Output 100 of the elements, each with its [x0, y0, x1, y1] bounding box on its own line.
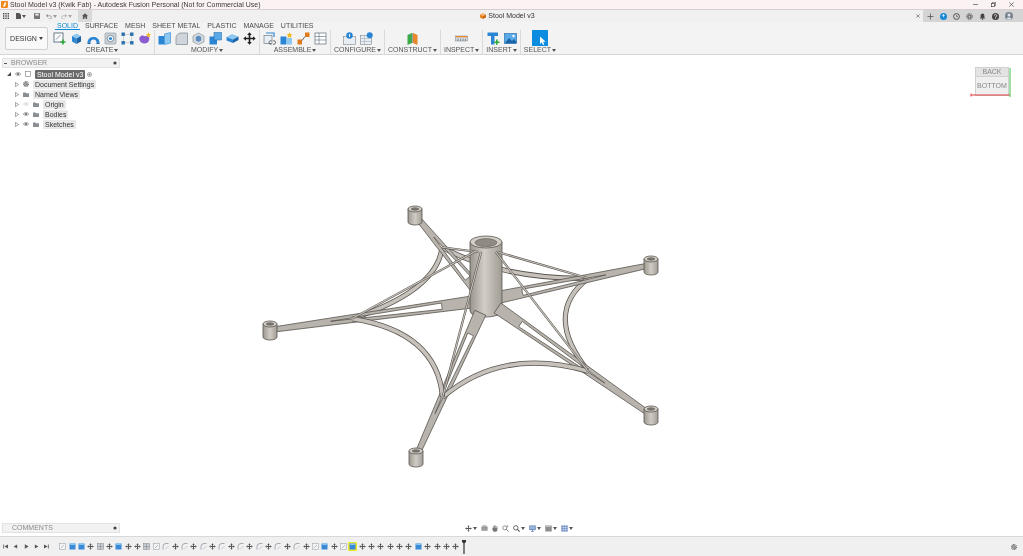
expanded-arrow-icon[interactable] [7, 72, 11, 76]
t-shape-plus-icon[interactable] [486, 31, 500, 45]
hand-icon[interactable] [492, 524, 498, 532]
slab-icon[interactable] [226, 31, 239, 45]
move-arrows-icon[interactable] [189, 542, 199, 551]
avatar-icon[interactable] [1005, 12, 1013, 20]
window-badge-icon[interactable] [342, 31, 356, 45]
collapsed-arrow-icon[interactable] [15, 111, 19, 117]
table-badge-icon[interactable] [359, 31, 373, 45]
move-arrows-icon[interactable] [301, 542, 311, 551]
move-arrows-icon[interactable] [243, 31, 256, 45]
gear-icon[interactable] [966, 12, 973, 20]
move-arrows-icon[interactable] [357, 542, 367, 551]
folded-panel-icon[interactable] [405, 31, 419, 45]
move-arrows-icon[interactable] [282, 542, 292, 551]
cube-icon[interactable] [320, 542, 330, 551]
bell-icon[interactable] [979, 12, 986, 20]
hole-icon[interactable] [104, 31, 117, 45]
move-arrows-icon[interactable] [376, 542, 386, 551]
collapsed-arrow-icon[interactable] [15, 121, 19, 127]
home-tab[interactable] [78, 10, 92, 22]
restore-icon[interactable] [990, 2, 996, 7]
move-arrows-icon[interactable] [86, 542, 96, 551]
blob-star-icon[interactable] [138, 31, 151, 45]
timeline-marker[interactable] [461, 539, 466, 554]
minimize-icon[interactable] [972, 2, 978, 7]
play-icon[interactable] [23, 544, 29, 549]
move-arrows-icon[interactable] [385, 542, 395, 551]
move-arrows-icon[interactable] [170, 542, 180, 551]
help-icon[interactable] [992, 12, 999, 20]
arrow-circle-icon[interactable] [940, 12, 947, 20]
move-arrows-icon[interactable] [207, 542, 217, 551]
step-back-icon[interactable] [13, 544, 19, 549]
move-arrows-icon[interactable] [451, 542, 461, 551]
collapsed-arrow-icon[interactable] [15, 81, 19, 87]
display-menu-button[interactable] [529, 524, 541, 532]
rounded-corner-icon[interactable] [175, 31, 188, 45]
box-icon[interactable] [481, 525, 488, 531]
box-link-icon[interactable] [263, 31, 276, 45]
eye-icon[interactable] [15, 72, 21, 76]
shaded-square-icon [545, 524, 552, 532]
move-arrows-icon[interactable] [226, 542, 236, 551]
table-icon[interactable] [314, 31, 327, 45]
move-arrows-icon[interactable] [133, 542, 143, 551]
corner-squares-icon[interactable] [121, 31, 134, 45]
select-cursor-icon[interactable] [531, 30, 548, 46]
connector-icon[interactable] [297, 31, 310, 45]
move-arrows-icon[interactable] [105, 542, 114, 551]
grid-tile-icon[interactable] [142, 542, 152, 551]
move-arrows-icon[interactable] [423, 542, 433, 551]
zoom-menu-button[interactable] [513, 524, 525, 532]
eye-icon[interactable] [23, 112, 29, 116]
move-arrows-icon[interactable] [441, 542, 451, 551]
grid-tile-icon[interactable] [95, 542, 105, 551]
eye-icon[interactable] [23, 122, 29, 126]
combine-icon[interactable] [209, 31, 222, 45]
plus-icon[interactable] [927, 12, 934, 20]
grid-icon[interactable] [3, 13, 9, 19]
hexagon-icon[interactable] [192, 31, 205, 45]
file-menu-button[interactable] [16, 12, 26, 20]
undo-button[interactable] [46, 12, 57, 20]
image-icon[interactable] [503, 31, 517, 45]
sketch-plus-icon[interactable] [53, 31, 66, 45]
move-arrows-icon[interactable] [264, 542, 274, 551]
step-forward-icon[interactable] [33, 544, 39, 549]
caret-icon [312, 48, 317, 52]
cube-icon[interactable] [67, 542, 77, 551]
close-icon[interactable] [916, 14, 920, 18]
move-arrows-icon[interactable] [404, 542, 414, 551]
skip-end-icon[interactable] [44, 544, 50, 549]
cube-icon[interactable] [114, 542, 124, 551]
cube-icon[interactable] [76, 542, 86, 551]
grid-menu-button[interactable] [561, 524, 573, 532]
visual-style-menu-button[interactable] [545, 524, 557, 532]
cube-icon [480, 13, 487, 19]
move-arrows-icon[interactable] [123, 542, 133, 551]
move-arrows-icon[interactable] [245, 542, 255, 551]
save-button[interactable] [34, 12, 40, 20]
move-arrows-icon[interactable] [367, 542, 377, 551]
close-icon[interactable] [1008, 2, 1014, 7]
monitor-icon [529, 524, 536, 532]
panel-pair-icon[interactable] [158, 31, 171, 45]
move-arrows-icon[interactable] [395, 542, 405, 551]
cube-icon[interactable] [70, 31, 83, 45]
caret-icon [53, 14, 57, 18]
skip-start-icon[interactable] [3, 544, 8, 549]
move-arrows-icon[interactable] [329, 542, 339, 551]
radio-icon[interactable] [87, 71, 93, 77]
blocks-star-icon[interactable] [280, 31, 293, 45]
collapsed-arrow-icon[interactable] [15, 91, 19, 97]
move-arrows-icon[interactable] [432, 542, 442, 551]
dot-icon[interactable] [113, 61, 117, 65]
clock-icon[interactable] [953, 12, 960, 20]
dot-icon[interactable] [113, 526, 117, 530]
settings-icon[interactable] [1011, 543, 1017, 550]
orbit-menu-button[interactable] [465, 524, 477, 532]
zoom-icon[interactable] [502, 524, 509, 532]
cube-icon[interactable] [348, 542, 358, 551]
collapsed-arrow-icon[interactable] [15, 101, 19, 107]
cube-icon[interactable] [413, 542, 423, 551]
